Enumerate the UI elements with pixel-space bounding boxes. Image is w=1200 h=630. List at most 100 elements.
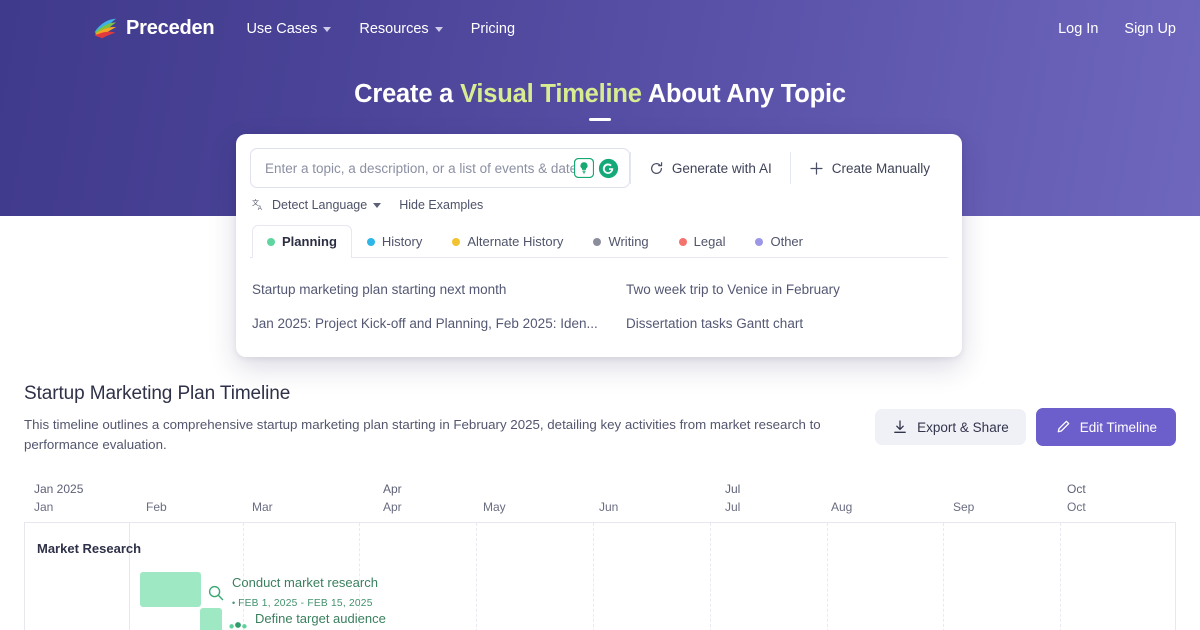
gridline (710, 523, 711, 630)
gantt-chart: Jan 2025 Apr Jul Oct Jan Feb Mar Apr May… (24, 482, 1176, 630)
generate-with-ai-label: Generate with AI (672, 161, 772, 176)
nav-item-resources-label: Resources (359, 21, 428, 37)
export-share-label: Export & Share (917, 420, 1009, 435)
gantt-grid: Market Research Conduct market research … (24, 522, 1176, 630)
gantt-bar[interactable] (200, 608, 222, 630)
gridline (1060, 523, 1061, 630)
top-navbar: Preceden Use Cases Resources Pricing Log… (0, 0, 1200, 57)
axis-quarter-label: Oct (1067, 482, 1086, 496)
nav-right: Log In Sign Up (1058, 21, 1176, 37)
axis-month-label: Apr (383, 500, 402, 514)
download-icon (892, 419, 908, 435)
brand-name: Preceden (126, 17, 214, 40)
headline-part1: Create a (354, 80, 460, 108)
hero-section: Preceden Use Cases Resources Pricing Log… (0, 0, 1200, 216)
grammarly-icon[interactable] (598, 158, 619, 179)
tab-dot-icon (267, 238, 275, 246)
gridline (827, 523, 828, 630)
timeline-title: Startup Marketing Plan Timeline (24, 383, 824, 405)
gridline (943, 523, 944, 630)
tab-writing[interactable]: Writing (578, 225, 663, 258)
generate-with-ai-button[interactable]: Generate with AI (631, 148, 790, 188)
signup-link[interactable]: Sign Up (1124, 21, 1176, 37)
tab-other[interactable]: Other (740, 225, 818, 258)
gantt-task-dates: FEB 1, 2025 - FEB 15, 2025 (232, 598, 373, 609)
nav-item-pricing[interactable]: Pricing (471, 21, 515, 37)
axis-month-label: May (483, 500, 506, 514)
timeline-section: Startup Marketing Plan Timeline This tim… (0, 383, 1200, 630)
gantt-task-name: Define target audience (255, 611, 386, 626)
edit-timeline-label: Edit Timeline (1080, 420, 1157, 435)
tab-dot-icon (367, 238, 375, 246)
hero-headline-wrap: Create a Visual Timeline About Any Topic (0, 80, 1200, 121)
tab-dot-icon (679, 238, 687, 246)
magnifier-icon (207, 584, 225, 602)
hide-examples-button[interactable]: Hide Examples (399, 198, 483, 212)
axis-month-label: Mar (252, 500, 273, 514)
example-item[interactable]: Startup marketing plan starting next mon… (252, 282, 626, 297)
tab-planning[interactable]: Planning (252, 225, 352, 258)
brand-logo[interactable]: Preceden (92, 16, 214, 42)
headline-underline (589, 118, 611, 121)
gantt-axis: Jan 2025 Apr Jul Oct Jan Feb Mar Apr May… (24, 482, 1176, 522)
pencil-icon (1055, 419, 1071, 435)
search-meta-row: 文 A Detect Language Hide Examples (250, 188, 948, 212)
chevron-down-icon (323, 27, 331, 32)
headline-accent: Visual Timeline (460, 80, 642, 108)
gantt-task-text: Define target audience FEB 16, 2025 - FE… (255, 610, 402, 630)
translate-icon: 文 A (252, 198, 266, 212)
example-item[interactable]: Dissertation tasks Gantt chart (626, 316, 946, 331)
nav-links: Use Cases Resources Pricing (246, 21, 515, 37)
svg-text:A: A (258, 205, 263, 212)
example-item[interactable]: Jan 2025: Project Kick-off and Planning,… (252, 316, 626, 331)
gantt-bar[interactable] (140, 572, 201, 607)
refresh-ai-icon (649, 161, 664, 176)
gantt-task[interactable]: Conduct market research FEB 1, 2025 - FE… (207, 574, 378, 612)
tab-alternate-history[interactable]: Alternate History (437, 225, 578, 258)
headline-part2: About Any Topic (642, 80, 846, 108)
example-list: Startup marketing plan starting next mon… (250, 258, 948, 357)
gantt-task-name: Conduct market research (232, 575, 378, 590)
create-manually-button[interactable]: Create Manually (791, 148, 948, 188)
chevron-down-icon (435, 27, 443, 32)
create-manually-label: Create Manually (832, 161, 930, 176)
tab-other-label: Other (770, 234, 803, 249)
lane-separator (129, 523, 130, 630)
nav-item-use-cases-label: Use Cases (246, 21, 317, 37)
people-icon (228, 620, 248, 630)
axis-quarter-label: Apr (383, 482, 402, 496)
topic-input-shell[interactable] (250, 148, 630, 188)
search-input[interactable] (265, 161, 574, 176)
axis-quarter-label: Jul (725, 482, 740, 496)
axis-month-label: Aug (831, 500, 852, 514)
tab-history[interactable]: History (352, 225, 437, 258)
tab-dot-icon (452, 238, 460, 246)
gantt-task[interactable]: Define target audience FEB 16, 2025 - FE… (228, 610, 402, 630)
axis-month-label: Jul (725, 500, 740, 514)
gridline (593, 523, 594, 630)
export-share-button[interactable]: Export & Share (875, 409, 1026, 445)
timeline-description: This timeline outlines a comprehensive s… (24, 415, 824, 455)
tab-alternate-history-label: Alternate History (467, 234, 563, 249)
nav-item-use-cases[interactable]: Use Cases (246, 21, 331, 37)
axis-month-label: Jan (34, 500, 53, 514)
chevron-down-icon (373, 203, 381, 208)
detect-language-button[interactable]: 文 A Detect Language (252, 198, 381, 212)
search-row: Generate with AI Create Manually (250, 148, 948, 188)
timeline-actions: Export & Share Edit Timeline (875, 408, 1176, 446)
example-category-tabs: Planning History Alternate History Writi… (250, 224, 948, 258)
edit-timeline-button[interactable]: Edit Timeline (1036, 408, 1176, 446)
login-link[interactable]: Log In (1058, 21, 1098, 37)
axis-month-label: Oct (1067, 500, 1086, 514)
tab-writing-label: Writing (608, 234, 648, 249)
lightbulb-icon[interactable] (574, 158, 594, 178)
gridline (476, 523, 477, 630)
tab-legal[interactable]: Legal (664, 225, 741, 258)
nav-item-resources[interactable]: Resources (359, 21, 442, 37)
tab-dot-icon (593, 238, 601, 246)
tab-planning-label: Planning (282, 234, 337, 249)
preceden-swoosh-logo-icon (92, 16, 118, 42)
input-icons (574, 158, 619, 179)
axis-month-label: Feb (146, 500, 167, 514)
example-item[interactable]: Two week trip to Venice in February (626, 282, 946, 297)
